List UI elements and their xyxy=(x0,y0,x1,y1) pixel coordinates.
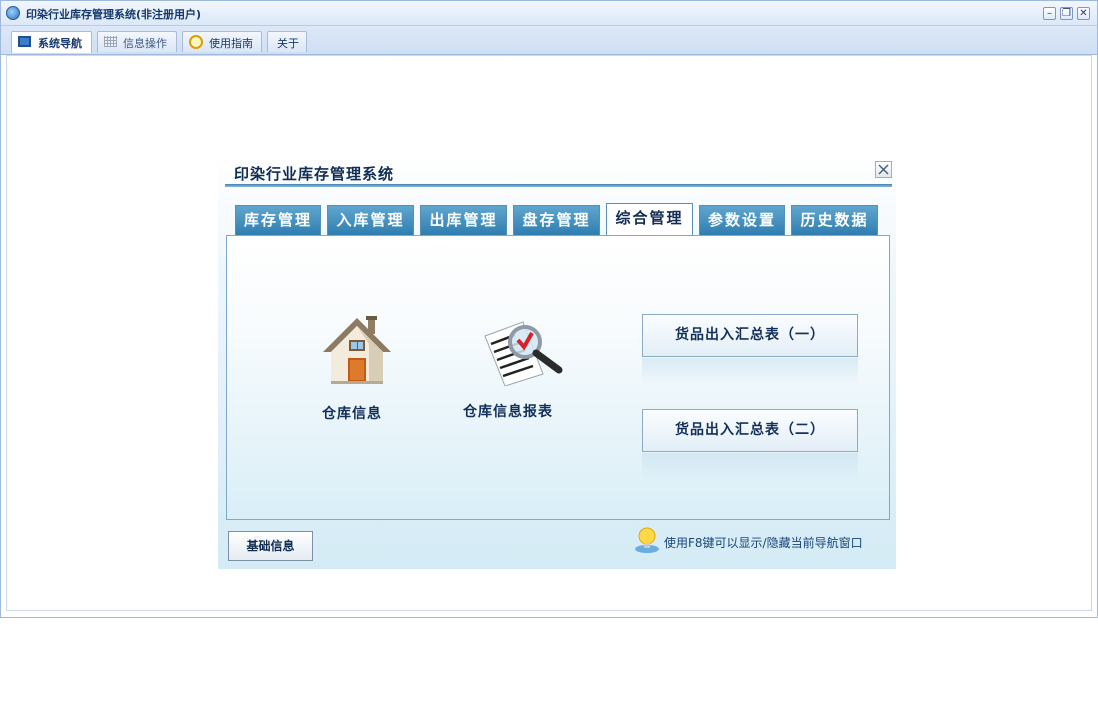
grid-icon xyxy=(104,36,117,47)
warehouse-report-label[interactable]: 仓库信息报表 xyxy=(463,401,553,421)
warehouse-report-item[interactable] xyxy=(479,314,569,387)
warehouse-info-label[interactable]: 仓库信息 xyxy=(322,403,382,423)
tab-info-operation[interactable]: 信息操作 xyxy=(97,31,177,52)
tab-user-guide[interactable]: 使用指南 xyxy=(182,31,262,52)
tab-inbound-management[interactable]: 入库管理 xyxy=(327,205,414,236)
basic-info-button[interactable]: 基础信息 xyxy=(228,531,313,561)
goods-summary-report-1-button[interactable]: 货品出入汇总表（一） xyxy=(642,314,858,357)
minimize-button[interactable]: – xyxy=(1043,7,1056,20)
button-reflection xyxy=(642,453,858,481)
tab-label: 关于 xyxy=(277,37,299,50)
f8-hint-text: 使用F8键可以显示/隐藏当前导航窗口 xyxy=(664,536,863,550)
tab-content-panel: 仓库信息 仓库信息报表 货品出入汇总表（一） 货品出入汇总表（二） xyxy=(226,235,890,520)
close-window-button[interactable]: ✕ xyxy=(1077,7,1090,20)
close-icon xyxy=(878,164,889,175)
tab-system-navigation[interactable]: 系统导航 xyxy=(11,31,92,53)
tab-label: 系统导航 xyxy=(38,37,82,50)
tab-historical-data[interactable]: 历史数据 xyxy=(791,205,878,236)
app-logo-icon xyxy=(6,6,20,20)
restore-button[interactable]: ❐ xyxy=(1060,7,1073,20)
button-reflection xyxy=(642,358,858,386)
tab-about[interactable]: 关于 xyxy=(267,31,307,52)
navigation-dialog: 印染行业库存管理系统 库存管理 入库管理 出库管理 盘存管理 综合管理 参数设置… xyxy=(218,155,896,569)
window-title: 印染行业库存管理系统(非注册用户) xyxy=(26,8,202,21)
report-magnifier-icon xyxy=(484,321,563,387)
main-tab-bar: 系统导航 信息操作 使用指南 关于 xyxy=(1,26,1097,55)
monitor-icon xyxy=(18,36,31,47)
lightbulb-icon xyxy=(635,527,659,553)
tab-label: 使用指南 xyxy=(209,37,253,50)
title-bar: 印染行业库存管理系统(非注册用户) – ❐ ✕ xyxy=(1,1,1097,26)
title-divider xyxy=(225,184,892,187)
goods-summary-report-2-button[interactable]: 货品出入汇总表（二） xyxy=(642,409,858,452)
tab-label: 信息操作 xyxy=(123,37,167,50)
tab-general-management[interactable]: 综合管理 xyxy=(606,203,693,236)
tab-parameter-settings[interactable]: 参数设置 xyxy=(699,205,785,236)
house-icon xyxy=(323,316,391,384)
help-icon xyxy=(189,35,203,49)
tab-outbound-management[interactable]: 出库管理 xyxy=(420,205,507,236)
tab-inventory-management[interactable]: 库存管理 xyxy=(235,205,321,236)
warehouse-info-item[interactable] xyxy=(319,314,395,386)
dialog-title: 印染行业库存管理系统 xyxy=(234,165,395,183)
tab-stocktaking-management[interactable]: 盘存管理 xyxy=(513,205,600,236)
dialog-close-button[interactable] xyxy=(875,161,892,178)
